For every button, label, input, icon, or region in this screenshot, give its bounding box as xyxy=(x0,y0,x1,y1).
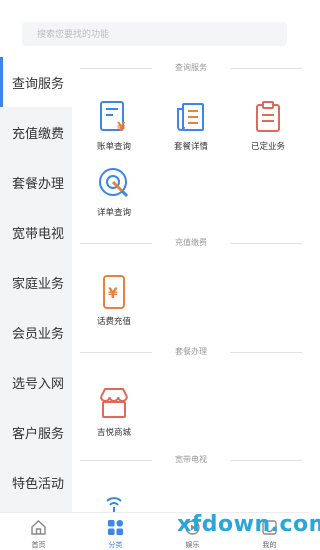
search-input[interactable]: 搜索您要找的功能 xyxy=(22,22,287,46)
sidebar-item-special[interactable]: 特色活动 xyxy=(0,457,72,507)
sidebar-item-family[interactable]: 家庭业务 xyxy=(0,257,72,307)
tile-label: 已定业务 xyxy=(250,142,285,152)
phone-recharge-icon: ¥ xyxy=(103,275,125,309)
category-content: 查询服务 ¥ 账单查询 套餐详情 已定业务 详单查询 充值缴费 ¥ 话费充值 套… xyxy=(72,57,309,512)
tile-label: 话费充值 xyxy=(96,317,131,327)
sidebar-item-label: 宽带电视 xyxy=(12,227,65,242)
tile-broadband-partial[interactable] xyxy=(82,491,142,512)
detail-search-icon xyxy=(99,168,129,198)
section-title-query: 查询服务 xyxy=(80,62,302,74)
sidebar-item-label: 选号入网 xyxy=(12,377,65,392)
nav-home[interactable]: 首页 xyxy=(0,513,77,550)
tile-bill-query[interactable]: ¥ 账单查询 xyxy=(82,99,142,161)
svg-text:¥: ¥ xyxy=(117,120,126,134)
sidebar-item-service[interactable]: 客户服务 xyxy=(0,407,72,457)
sidebar-item-label: 特色活动 xyxy=(12,477,65,492)
sidebar-item-label: 会员业务 xyxy=(12,327,65,342)
bill-icon: ¥ xyxy=(100,101,126,134)
sidebar-item-label: 查询服务 xyxy=(12,77,65,92)
nav-category[interactable]: 分类 xyxy=(77,513,154,550)
divider xyxy=(230,243,302,244)
sidebar-item-label: 客户服务 xyxy=(12,427,65,442)
sidebar-item-number[interactable]: 选号入网 xyxy=(0,357,72,407)
tile-ordered-business[interactable]: 已定业务 xyxy=(236,99,296,161)
nav-label: 首页 xyxy=(31,541,46,549)
wifi-icon xyxy=(106,497,122,512)
sidebar-item-query[interactable]: 查询服务 xyxy=(0,57,72,107)
sidebar-item-member[interactable]: 会员业务 xyxy=(0,307,72,357)
sidebar-item-label: 家庭业务 xyxy=(12,277,65,292)
section-title-broadband: 宽带电视 xyxy=(80,454,302,466)
sidebar-item-package[interactable]: 套餐办理 xyxy=(0,157,72,207)
search-bar: 搜索您要找的功能 xyxy=(0,0,309,62)
tile-label: 账单查询 xyxy=(96,142,131,152)
nav-label: 我的 xyxy=(262,541,277,549)
tile-label: 详单查询 xyxy=(96,208,131,218)
divider xyxy=(230,352,302,353)
section-title-package: 套餐办理 xyxy=(80,346,302,358)
tile-detail-search[interactable]: 详单查询 xyxy=(82,165,142,227)
category-sidebar: 查询服务 充值缴费 套餐办理 宽带电视 家庭业务 会员业务 选号入网 客户服务 … xyxy=(0,57,72,512)
tile-label: 吉悦商城 xyxy=(96,428,131,438)
category-icon xyxy=(108,520,123,535)
search-placeholder: 搜索您要找的功能 xyxy=(37,30,110,40)
nav-label: 娱乐 xyxy=(185,541,200,549)
tile-shop[interactable]: 吉悦商城 xyxy=(82,385,142,447)
tile-phone-recharge[interactable]: ¥ 话费充值 xyxy=(82,274,142,336)
sidebar-item-broadband[interactable]: 宽带电视 xyxy=(0,207,72,257)
divider xyxy=(230,68,302,69)
nav-label: 分类 xyxy=(108,541,123,549)
sidebar-item-label: 套餐办理 xyxy=(12,177,65,192)
ordered-business-icon xyxy=(256,101,280,132)
shop-icon xyxy=(100,388,128,418)
watermark: xfdown.com xyxy=(177,512,320,537)
svg-text:¥: ¥ xyxy=(108,286,118,302)
tile-package-detail[interactable]: 套餐详情 xyxy=(159,99,219,161)
tile-label: 套餐详情 xyxy=(173,142,208,152)
section-title-recharge: 充值缴费 xyxy=(80,237,302,249)
sidebar-item-label: 充值缴费 xyxy=(12,127,65,142)
home-icon xyxy=(31,520,46,535)
sidebar-item-recharge[interactable]: 充值缴费 xyxy=(0,107,72,157)
divider xyxy=(230,460,302,461)
package-detail-icon xyxy=(177,103,204,131)
